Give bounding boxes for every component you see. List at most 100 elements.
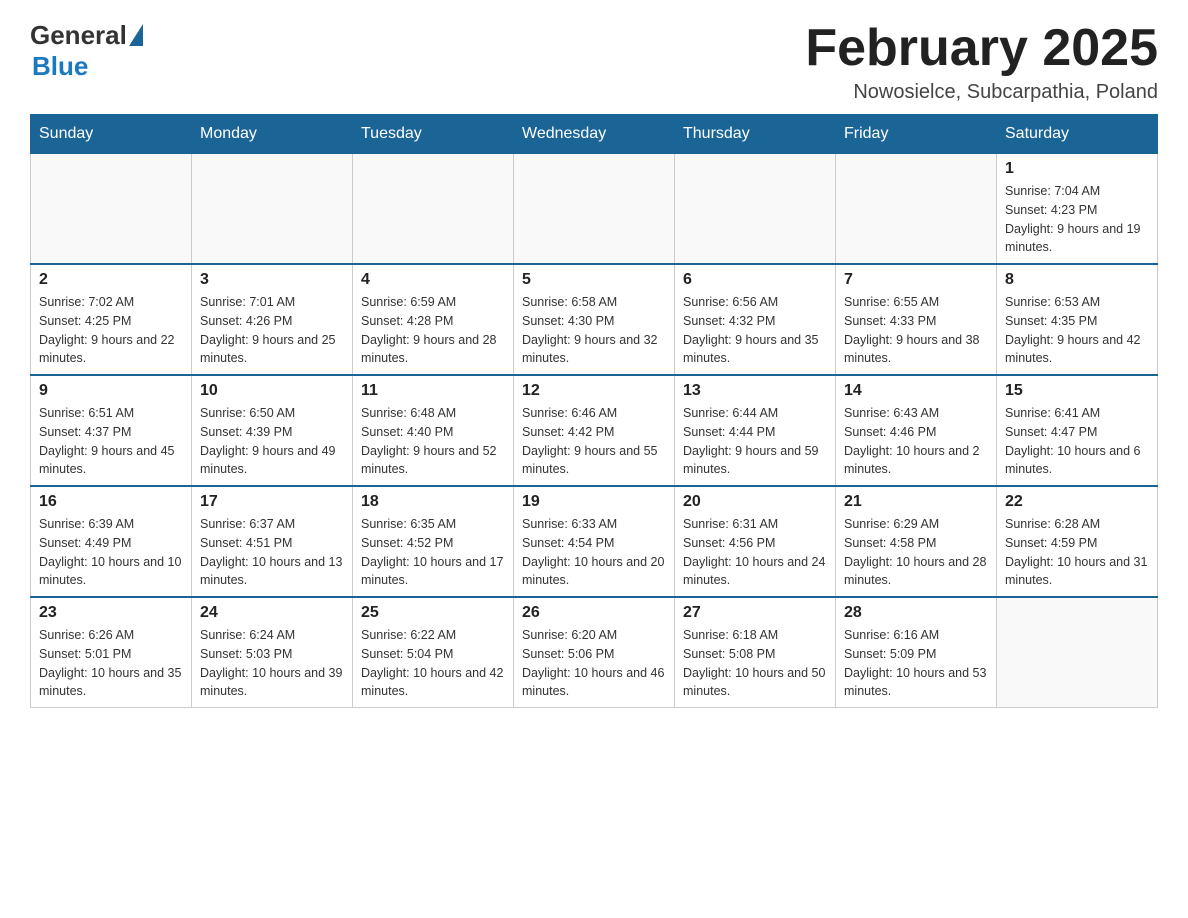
- day-number: 5: [522, 271, 666, 289]
- table-row: 22Sunrise: 6:28 AMSunset: 4:59 PMDayligh…: [997, 486, 1158, 597]
- day-number: 25: [361, 604, 505, 622]
- day-number: 19: [522, 493, 666, 511]
- day-number: 11: [361, 382, 505, 400]
- table-row: 11 Sunrise: 6:48 AMSunset: 4:40 PMDayligh…: [353, 375, 514, 486]
- day-number: 3: [200, 271, 344, 289]
- day-number: 9: [39, 382, 183, 400]
- table-row: 19 Sunrise: 6:33 AMSunset: 4:54 PMDayligh…: [514, 486, 675, 597]
- table-row: 23 Sunrise: 6:26 AMSunset: 5:01 PMDayligh…: [31, 597, 192, 708]
- table-row: 27 Sunrise: 6:18 AMSunset: 5:08 PMDayligh…: [675, 597, 836, 708]
- day-number: 27: [683, 604, 827, 622]
- table-row: 1 Sunrise: 7:04 AMSunset: 4:23 PMDaylight…: [997, 154, 1158, 265]
- table-row: [675, 154, 836, 265]
- table-row: 26 Sunrise: 6:20 AMSunset: 5:06 PMDayligh…: [514, 597, 675, 708]
- day-number: 15: [1005, 382, 1149, 400]
- table-row: 10 Sunrise: 6:50 AMSunset: 4:39 PMDayligh…: [192, 375, 353, 486]
- day-info: Sunrise: 6:50 AMSunset: 4:39 PMDaylight:…: [200, 404, 344, 479]
- day-number: 2: [39, 271, 183, 289]
- calendar-header-row: Sunday Monday Tuesday Wednesday Thursday…: [31, 115, 1158, 154]
- day-info: Sunrise: 6:26 AMSunset: 5:01 PMDaylight:…: [39, 626, 183, 701]
- calendar-week-row: 23 Sunrise: 6:26 AMSunset: 5:01 PMDayligh…: [31, 597, 1158, 708]
- day-number: 24: [200, 604, 344, 622]
- day-number: 12: [522, 382, 666, 400]
- table-row: [836, 154, 997, 265]
- day-info: Sunrise: 6:56 AMSunset: 4:32 PMDaylight:…: [683, 293, 827, 368]
- col-saturday: Saturday: [997, 115, 1158, 154]
- day-number: 8: [1005, 271, 1149, 289]
- logo-blue-text: Blue: [32, 51, 88, 82]
- title-block: February 2025 Nowosielce, Subcarpathia, …: [805, 20, 1158, 104]
- col-tuesday: Tuesday: [353, 115, 514, 154]
- logo-general-text: General: [30, 20, 127, 51]
- day-info: Sunrise: 6:44 AMSunset: 4:44 PMDaylight:…: [683, 404, 827, 479]
- day-number: 17: [200, 493, 344, 511]
- day-info: Sunrise: 6:20 AMSunset: 5:06 PMDaylight:…: [522, 626, 666, 701]
- calendar-week-row: 2 Sunrise: 7:02 AMSunset: 4:25 PMDaylight…: [31, 264, 1158, 375]
- day-number: 28: [844, 604, 988, 622]
- table-row: 12 Sunrise: 6:46 AMSunset: 4:42 PMDayligh…: [514, 375, 675, 486]
- col-monday: Monday: [192, 115, 353, 154]
- logo: General Blue: [30, 20, 143, 82]
- location-text: Nowosielce, Subcarpathia, Poland: [805, 81, 1158, 104]
- col-sunday: Sunday: [31, 115, 192, 154]
- day-number: 22: [1005, 493, 1149, 511]
- day-info: Sunrise: 6:46 AMSunset: 4:42 PMDaylight:…: [522, 404, 666, 479]
- table-row: 16 Sunrise: 6:39 AMSunset: 4:49 PMDayligh…: [31, 486, 192, 597]
- table-row: [997, 597, 1158, 708]
- day-info: Sunrise: 7:04 AMSunset: 4:23 PMDaylight:…: [1005, 182, 1149, 257]
- day-number: 7: [844, 271, 988, 289]
- day-info: Sunrise: 6:55 AMSunset: 4:33 PMDaylight:…: [844, 293, 988, 368]
- table-row: 9 Sunrise: 6:51 AMSunset: 4:37 PMDaylight…: [31, 375, 192, 486]
- day-number: 16: [39, 493, 183, 511]
- table-row: 4 Sunrise: 6:59 AMSunset: 4:28 PMDaylight…: [353, 264, 514, 375]
- calendar-week-row: 16 Sunrise: 6:39 AMSunset: 4:49 PMDayligh…: [31, 486, 1158, 597]
- calendar-table: Sunday Monday Tuesday Wednesday Thursday…: [30, 114, 1158, 708]
- table-row: 18Sunrise: 6:35 AMSunset: 4:52 PMDayligh…: [353, 486, 514, 597]
- month-title: February 2025: [805, 20, 1158, 77]
- table-row: 3 Sunrise: 7:01 AMSunset: 4:26 PMDaylight…: [192, 264, 353, 375]
- day-number: 4: [361, 271, 505, 289]
- day-info: Sunrise: 6:29 AMSunset: 4:58 PMDaylight:…: [844, 515, 988, 590]
- day-number: 1: [1005, 160, 1149, 178]
- table-row: 25 Sunrise: 6:22 AMSunset: 5:04 PMDayligh…: [353, 597, 514, 708]
- table-row: [514, 154, 675, 265]
- table-row: 7 Sunrise: 6:55 AMSunset: 4:33 PMDaylight…: [836, 264, 997, 375]
- table-row: 13Sunrise: 6:44 AMSunset: 4:44 PMDayligh…: [675, 375, 836, 486]
- day-number: 10: [200, 382, 344, 400]
- table-row: 14Sunrise: 6:43 AMSunset: 4:46 PMDayligh…: [836, 375, 997, 486]
- day-info: Sunrise: 6:35 AMSunset: 4:52 PMDaylight:…: [361, 515, 505, 590]
- table-row: 28Sunrise: 6:16 AMSunset: 5:09 PMDayligh…: [836, 597, 997, 708]
- page-header: General Blue February 2025 Nowosielce, S…: [30, 20, 1158, 104]
- day-info: Sunrise: 7:01 AMSunset: 4:26 PMDaylight:…: [200, 293, 344, 368]
- col-thursday: Thursday: [675, 115, 836, 154]
- day-info: Sunrise: 7:02 AMSunset: 4:25 PMDaylight:…: [39, 293, 183, 368]
- day-info: Sunrise: 6:18 AMSunset: 5:08 PMDaylight:…: [683, 626, 827, 701]
- day-info: Sunrise: 6:41 AMSunset: 4:47 PMDaylight:…: [1005, 404, 1149, 479]
- day-info: Sunrise: 6:58 AMSunset: 4:30 PMDaylight:…: [522, 293, 666, 368]
- day-info: Sunrise: 6:37 AMSunset: 4:51 PMDaylight:…: [200, 515, 344, 590]
- table-row: 8 Sunrise: 6:53 AMSunset: 4:35 PMDaylight…: [997, 264, 1158, 375]
- col-wednesday: Wednesday: [514, 115, 675, 154]
- day-info: Sunrise: 6:48 AMSunset: 4:40 PMDaylight:…: [361, 404, 505, 479]
- table-row: 20 Sunrise: 6:31 AMSunset: 4:56 PMDayligh…: [675, 486, 836, 597]
- day-info: Sunrise: 6:51 AMSunset: 4:37 PMDaylight:…: [39, 404, 183, 479]
- logo-triangle-icon: [129, 24, 143, 46]
- day-number: 20: [683, 493, 827, 511]
- day-number: 23: [39, 604, 183, 622]
- table-row: 5 Sunrise: 6:58 AMSunset: 4:30 PMDaylight…: [514, 264, 675, 375]
- day-number: 26: [522, 604, 666, 622]
- day-number: 14: [844, 382, 988, 400]
- day-number: 6: [683, 271, 827, 289]
- table-row: [353, 154, 514, 265]
- day-info: Sunrise: 6:33 AMSunset: 4:54 PMDaylight:…: [522, 515, 666, 590]
- table-row: 6 Sunrise: 6:56 AMSunset: 4:32 PMDaylight…: [675, 264, 836, 375]
- day-info: Sunrise: 6:59 AMSunset: 4:28 PMDaylight:…: [361, 293, 505, 368]
- day-info: Sunrise: 6:22 AMSunset: 5:04 PMDaylight:…: [361, 626, 505, 701]
- day-info: Sunrise: 6:31 AMSunset: 4:56 PMDaylight:…: [683, 515, 827, 590]
- table-row: 17 Sunrise: 6:37 AMSunset: 4:51 PMDayligh…: [192, 486, 353, 597]
- day-info: Sunrise: 6:39 AMSunset: 4:49 PMDaylight:…: [39, 515, 183, 590]
- table-row: 15 Sunrise: 6:41 AMSunset: 4:47 PMDayligh…: [997, 375, 1158, 486]
- day-info: Sunrise: 6:53 AMSunset: 4:35 PMDaylight:…: [1005, 293, 1149, 368]
- table-row: 21Sunrise: 6:29 AMSunset: 4:58 PMDayligh…: [836, 486, 997, 597]
- table-row: [31, 154, 192, 265]
